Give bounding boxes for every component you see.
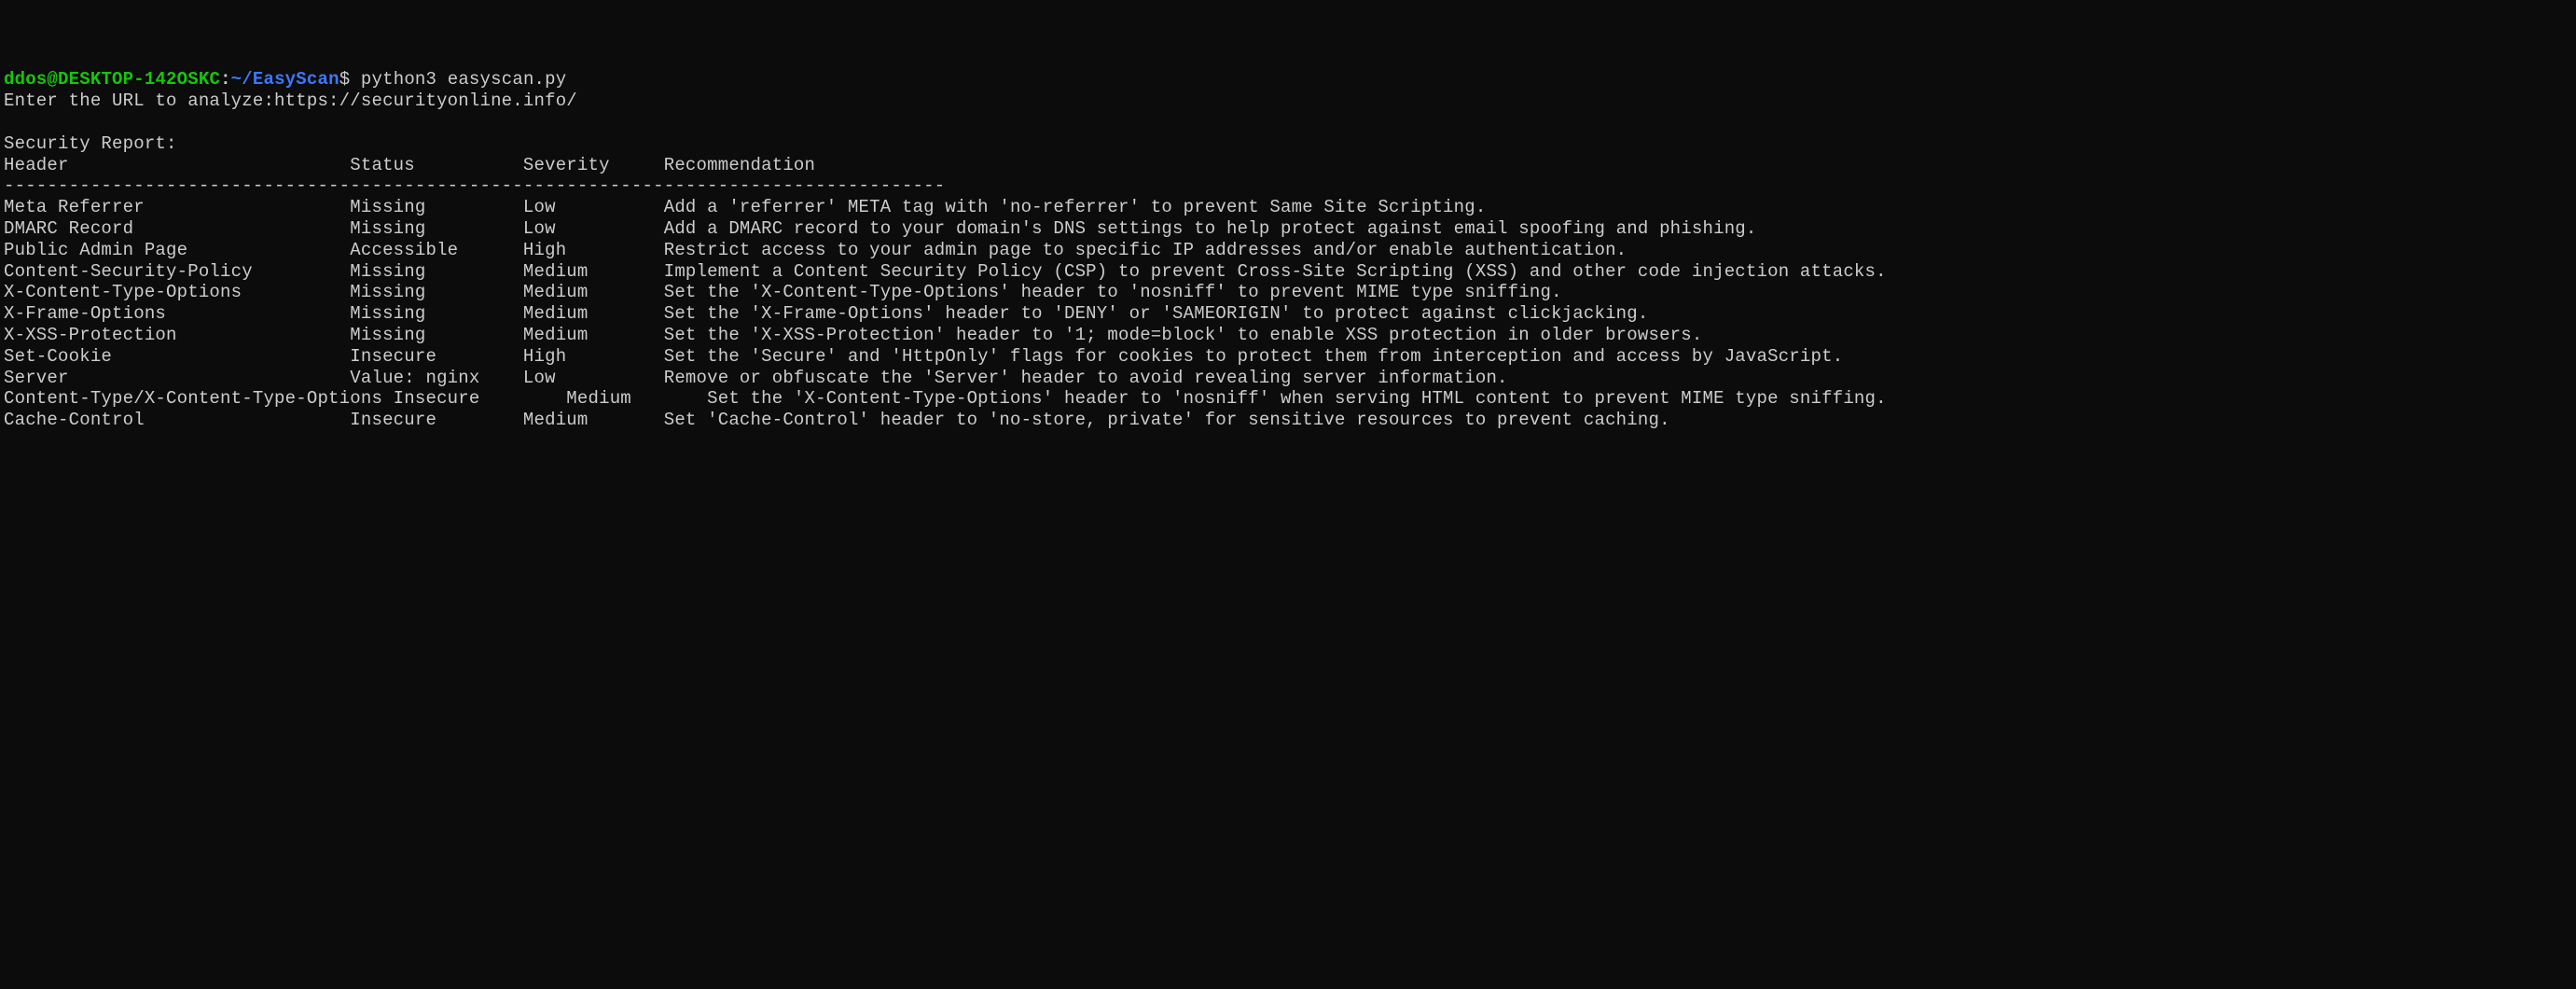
prompt-host: DESKTOP-142OSKC	[58, 69, 220, 90]
report-title: Security Report:	[4, 133, 177, 154]
divider-line: ----------------------------------------…	[4, 175, 945, 196]
report-row: Meta Referrer Missing Low Add a 'referre…	[4, 197, 1486, 217]
command-text: python3 easyscan.py	[350, 69, 566, 90]
report-row: DMARC Record Missing Low Add a DMARC rec…	[4, 218, 1757, 239]
input-url: https://securityonline.info/	[274, 91, 577, 111]
report-row: Public Admin Page Accessible High Restri…	[4, 240, 1627, 260]
column-headers: Header Status Severity Recommendation	[4, 155, 815, 175]
prompt-at: @	[47, 69, 58, 90]
report-row: Server Value: nginx Low Remove or obfusc…	[4, 368, 1508, 388]
report-row: Set-Cookie Insecure High Set the 'Secure…	[4, 346, 1843, 367]
report-row: X-XSS-Protection Missing Medium Set the …	[4, 325, 1703, 345]
prompt-user: ddos	[4, 69, 47, 90]
input-prompt-label: Enter the URL to analyze:	[4, 91, 274, 111]
prompt-dollar: $	[339, 69, 351, 90]
prompt-colon: :	[220, 69, 231, 90]
report-row: X-Content-Type-Options Missing Medium Se…	[4, 282, 1562, 302]
terminal-output[interactable]: ddos@DESKTOP-142OSKC:~/EasyScan$ python3…	[4, 69, 1887, 430]
report-row: X-Frame-Options Missing Medium Set the '…	[4, 303, 1648, 324]
report-row: Content-Security-Policy Missing Medium I…	[4, 261, 1887, 282]
report-row: Content-Type/X-Content-Type-Options Inse…	[4, 388, 1887, 409]
prompt-path: ~/EasyScan	[231, 69, 339, 90]
report-row: Cache-Control Insecure Medium Set 'Cache…	[4, 410, 1670, 430]
